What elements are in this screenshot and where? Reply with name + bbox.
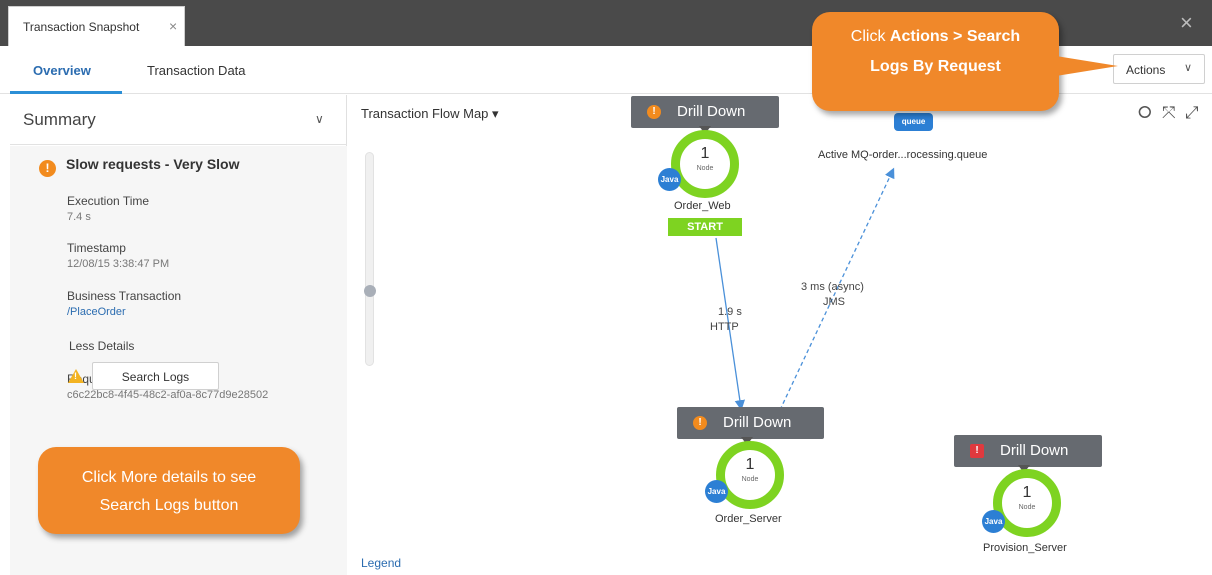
callout-pointer xyxy=(1056,56,1118,76)
